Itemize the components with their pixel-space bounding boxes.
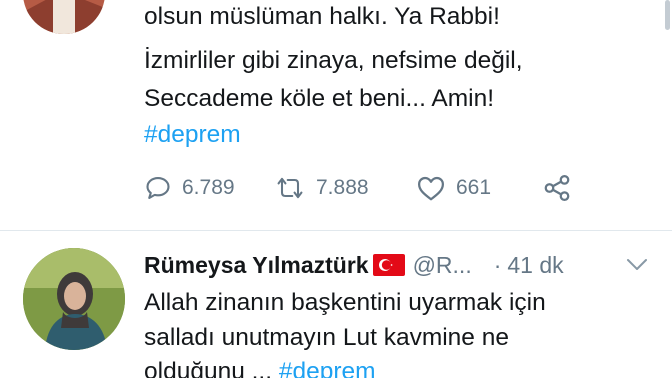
author-handle[interactable]: @R... — [413, 252, 472, 279]
reply-count: 6.789 — [182, 176, 235, 199]
tweet2-text-fragment: olduğunu ... — [144, 358, 273, 378]
tweet2-text-line: salladı unutmayın Lut kavmine ne — [144, 324, 509, 351]
separator-dot: · — [493, 251, 502, 278]
scrollbar[interactable] — [665, 0, 670, 30]
avatar-photo-icon — [23, 0, 105, 34]
like-icon — [418, 176, 444, 201]
tweet-divider — [0, 230, 672, 231]
tweet2-hashtag-link[interactable]: #deprem — [279, 358, 376, 378]
avatar-photo-icon — [23, 248, 125, 350]
tweet2-avatar[interactable] — [23, 248, 125, 350]
tweet1-action-bar: 6.789 7.888 661 — [144, 168, 572, 208]
retweet-count: 7.888 — [316, 176, 369, 199]
turkey-flag-icon — [372, 254, 405, 276]
reply-button[interactable]: 6.789 — [144, 174, 274, 202]
tweet-timestamp[interactable]: 41 dk — [507, 252, 563, 279]
retweet-icon — [277, 177, 303, 199]
author-name[interactable]: Rümeysa Yılmaztürk — [144, 252, 369, 279]
tweet1-text-line: olsun müslüman halkı. Ya Rabbi! — [144, 3, 500, 30]
like-button[interactable]: 661 — [416, 174, 542, 202]
tweet2-text-line: olduğunu ... #deprem — [144, 355, 376, 378]
like-count: 661 — [456, 176, 492, 199]
chevron-down-icon[interactable] — [624, 256, 650, 274]
tweet1-text-line: Seccademe köle et beni... Amin! — [144, 85, 494, 112]
tweet1-text-line: İzmirliler gibi zinaya, nefsime değil, — [144, 47, 523, 74]
retweet-button[interactable]: 7.888 — [274, 174, 416, 202]
share-button[interactable] — [542, 173, 572, 203]
tweet1-avatar[interactable] — [23, 0, 105, 34]
tweet1-hashtag-link[interactable]: #deprem — [144, 118, 241, 152]
tweet2-header: Rümeysa Yılmaztürk @R... · 41 dk — [144, 248, 564, 282]
tweet2-text-line: Allah zinanın başkentini uyarmak için — [144, 289, 546, 316]
reply-icon — [146, 177, 170, 199]
share-icon — [544, 175, 570, 201]
